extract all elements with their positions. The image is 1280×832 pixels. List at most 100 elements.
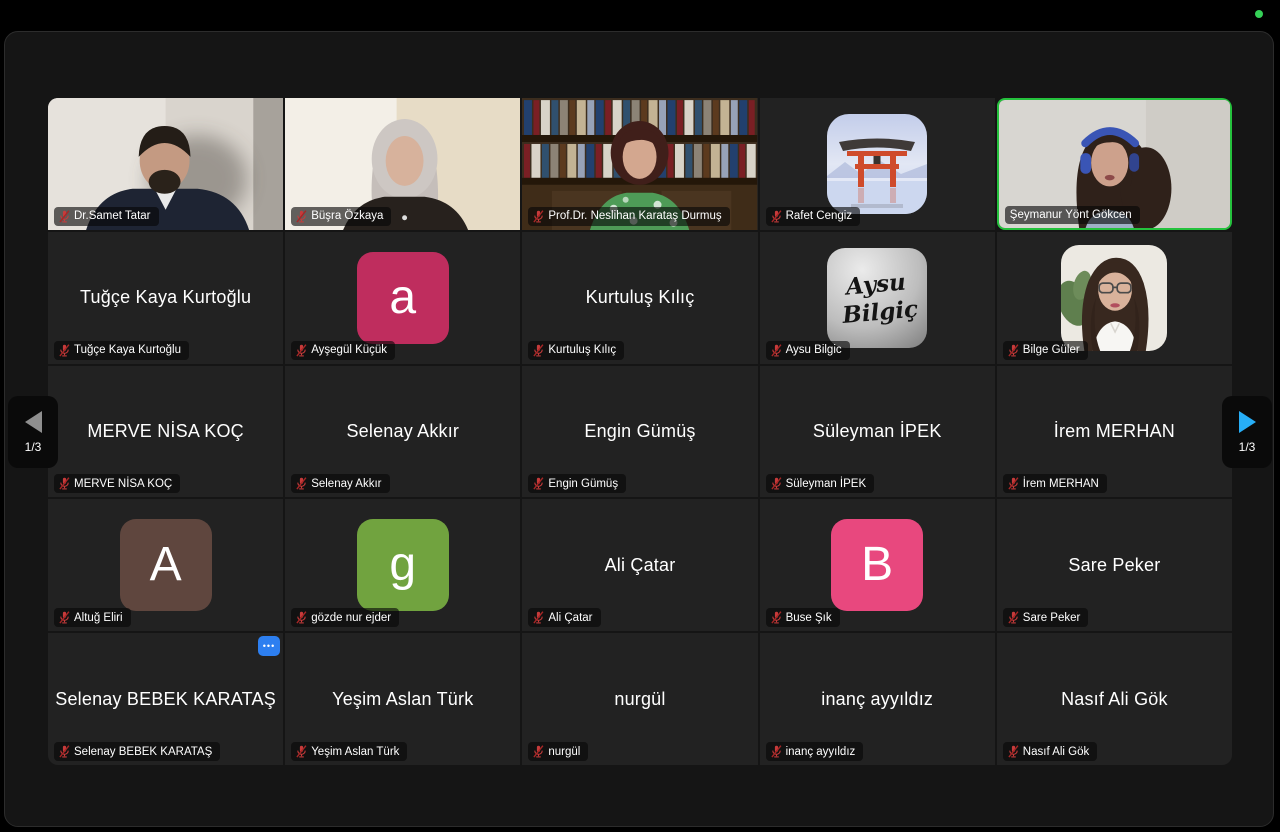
participant-name: Selenay Akkır (311, 478, 381, 490)
participant-name-label: gözde nur ejder (291, 608, 399, 627)
participant-tile-1[interactable]: Dr.Samet Tatar (48, 98, 283, 230)
participant-tile-23[interactable]: nurgül nurgül (522, 633, 757, 765)
participant-name: nurgül (548, 746, 580, 758)
participant-name: Sare Peker (1023, 612, 1081, 624)
participant-name: Engin Gümüş (548, 478, 618, 490)
participant-name-label: Selenay Akkır (291, 474, 389, 493)
participant-tile-9[interactable]: Aysu Bilgiç Aysu Bilgic (760, 232, 995, 364)
avatar-letter-glyph: B (861, 541, 893, 589)
participant-name: Dr.Samet Tatar (74, 210, 151, 222)
avatar-letter-glyph: A (150, 541, 182, 589)
participant-name: Şeymanur Yönt Gökcen (1010, 209, 1132, 221)
avatar-image: Aysu Bilgiç (827, 248, 927, 348)
participant-name: Nasıf Ali Gök (1023, 746, 1089, 758)
participant-tile-19[interactable]: B Buse Şık (760, 499, 995, 631)
avatar-letter-glyph: a (389, 274, 416, 322)
participant-tile-21[interactable]: Selenay BEBEK KARATAŞ Selenay BEBEK KARA… (48, 633, 283, 765)
participant-name-label: İrem MERHAN (1003, 474, 1107, 493)
muted-mic-icon (296, 611, 307, 624)
participant-name-label: Ayşegül Küçük (291, 341, 395, 360)
muted-mic-icon (771, 210, 782, 223)
participant-name: Ayşegül Küçük (311, 344, 387, 356)
muted-mic-icon (1008, 745, 1019, 758)
participant-name: Yeşim Aslan Türk (311, 746, 399, 758)
muted-mic-icon (533, 477, 544, 490)
participant-name-label: Tuğçe Kaya Kurtoğlu (54, 341, 189, 360)
page-indicator: 1/3 (1239, 440, 1256, 454)
muted-mic-icon (771, 611, 782, 624)
participant-tile-14[interactable]: Süleyman İPEK Süleyman İPEK (760, 366, 995, 498)
avatar-initial: g (357, 519, 449, 611)
previous-page-button[interactable]: 1/3 (8, 396, 58, 468)
participant-name: MERVE NİSA KOÇ (74, 478, 172, 490)
muted-mic-icon (771, 745, 782, 758)
participant-name-label: Prof.Dr. Neslihan Karataş Durmuş (528, 207, 729, 226)
participant-name: Süleyman İPEK (786, 478, 867, 490)
participant-tile-20[interactable]: Sare Peker Sare Peker (997, 499, 1232, 631)
participant-name: Aysu Bilgic (786, 344, 842, 356)
participant-tile-12[interactable]: Selenay Akkır Selenay Akkır (285, 366, 520, 498)
avatar-letter-glyph: g (389, 541, 416, 589)
page-indicator: 1/3 (25, 440, 42, 454)
participant-name: gözde nur ejder (311, 612, 391, 624)
participant-tile-5[interactable]: Şeymanur Yönt Gökcen (997, 98, 1232, 230)
participant-name-label: Altuğ Eliri (54, 608, 131, 627)
participant-tile-3[interactable]: Prof.Dr. Neslihan Karataş Durmuş (522, 98, 757, 230)
participant-name-label: nurgül (528, 742, 588, 761)
participant-name-label: Aysu Bilgic (766, 341, 850, 360)
muted-mic-icon (771, 344, 782, 357)
participant-name: Bilge Güler (1023, 344, 1080, 356)
participant-name: Selenay BEBEK KARATAŞ (74, 746, 212, 758)
participant-tile-8[interactable]: Kurtuluş Kılıç Kurtuluş Kılıç (522, 232, 757, 364)
participant-tile-4[interactable]: Rafet Cengiz (760, 98, 995, 230)
participant-tile-11[interactable]: MERVE NİSA KOÇ MERVE NİSA KOÇ (48, 366, 283, 498)
svg-text:Aysu: Aysu (843, 268, 907, 300)
more-options-button[interactable]: ••• (258, 636, 280, 656)
participant-name-label: inanç ayyıldız (766, 742, 864, 761)
participant-tile-10[interactable]: Bilge Güler (997, 232, 1232, 364)
participant-name-label: Selenay BEBEK KARATAŞ (54, 742, 220, 761)
participant-tile-2[interactable]: Büşra Özkaya (285, 98, 520, 230)
participant-name-label: Bilge Güler (1003, 341, 1088, 360)
muted-mic-icon (533, 210, 544, 223)
participant-tile-15[interactable]: İrem MERHAN İrem MERHAN (997, 366, 1232, 498)
muted-mic-icon (1008, 344, 1019, 357)
participant-tile-16[interactable]: A Altuğ Eliri (48, 499, 283, 631)
participant-name: Altuğ Eliri (74, 612, 123, 624)
chevron-right-icon (1239, 411, 1256, 433)
participant-tile-6[interactable]: Tuğçe Kaya Kurtoğlu Tuğçe Kaya Kurtoğlu (48, 232, 283, 364)
participant-tile-24[interactable]: inanç ayyıldız inanç ayyıldız (760, 633, 995, 765)
participant-name-label: Süleyman İPEK (766, 474, 875, 493)
participant-name-label: Büşra Özkaya (291, 207, 391, 226)
participant-name-label: Nasıf Ali Gök (1003, 742, 1097, 761)
participant-name-label: Buse Şık (766, 608, 840, 627)
participant-tile-18[interactable]: Ali Çatar Ali Çatar (522, 499, 757, 631)
participant-name-label: Sare Peker (1003, 608, 1089, 627)
avatar-initial: A (120, 519, 212, 611)
meeting-app: { "meeting": { "pagination_label": "1/3"… (0, 0, 1280, 832)
muted-mic-icon (59, 745, 70, 758)
muted-mic-icon (533, 611, 544, 624)
participant-tile-22[interactable]: Yeşim Aslan Türk Yeşim Aslan Türk (285, 633, 520, 765)
participant-tile-17[interactable]: g gözde nur ejder (285, 499, 520, 631)
participant-name-label: Şeymanur Yönt Gökcen (1005, 206, 1140, 224)
participant-tile-7[interactable]: a Ayşegül Küçük (285, 232, 520, 364)
muted-mic-icon (771, 477, 782, 490)
participant-name-label: Kurtuluş Kılıç (528, 341, 624, 360)
next-page-button[interactable]: 1/3 (1222, 396, 1272, 468)
chevron-left-icon (25, 411, 42, 433)
participant-tile-25[interactable]: Nasıf Ali Gök Nasıf Ali Gök (997, 633, 1232, 765)
participant-name: Ali Çatar (548, 612, 592, 624)
participant-name-label: Engin Gümüş (528, 474, 626, 493)
participant-tile-13[interactable]: Engin Gümüş Engin Gümüş (522, 366, 757, 498)
participant-name: Buse Şık (786, 612, 832, 624)
ellipsis-icon: ••• (263, 641, 275, 651)
video-grid: Dr.Samet Tatar Büşra Özkaya Prof.Dr. Nes… (48, 98, 1232, 765)
participant-name: Kurtuluş Kılıç (548, 344, 616, 356)
participant-name-label: Rafet Cengiz (766, 207, 860, 226)
participant-name-label: Ali Çatar (528, 608, 600, 627)
participant-name: Büşra Özkaya (311, 210, 383, 222)
participant-name: İrem MERHAN (1023, 478, 1099, 490)
muted-mic-icon (533, 344, 544, 357)
avatar-image (1061, 245, 1167, 351)
